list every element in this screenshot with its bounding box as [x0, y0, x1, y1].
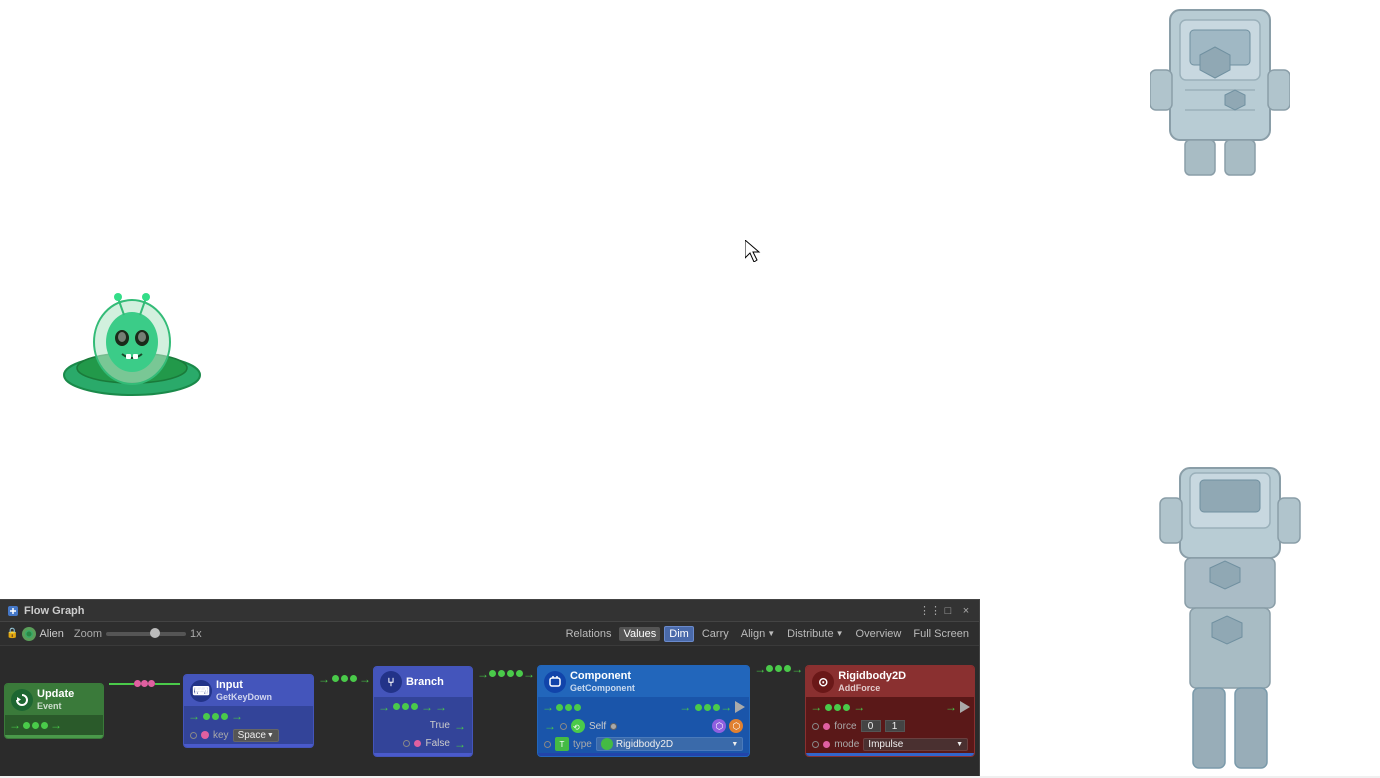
type-value: Rigidbody2D	[616, 739, 673, 750]
lock-icon: 🔒	[6, 628, 18, 639]
node-update[interactable]: Update Event → →	[4, 683, 104, 739]
component-title: Component	[570, 670, 635, 683]
zoom-section: Zoom 1x	[74, 628, 202, 640]
toolbar-align-btn[interactable]: Align ▼	[737, 627, 779, 641]
alien-label: Alien	[39, 628, 63, 640]
update-title: Update	[37, 688, 74, 701]
self-label: Self	[589, 721, 606, 732]
update-subtitle: Event	[37, 701, 74, 711]
force-y-input[interactable]	[885, 720, 905, 732]
zoom-value: 1x	[190, 628, 202, 640]
flow-graph-panel: Flow Graph ⋮⋮ □ × 🔒 Alien Zoom 1x	[0, 599, 980, 776]
zoom-thumb	[150, 628, 160, 638]
key-value: Space	[238, 730, 266, 741]
flow-graph-icon	[6, 604, 20, 618]
type-dropdown[interactable]: Rigidbody2D ▼	[596, 737, 743, 751]
toolbar-dim-btn[interactable]: Dim	[664, 626, 694, 642]
flow-graph-nodes: Update Event → →	[0, 646, 979, 776]
panel-close-btn[interactable]: ×	[959, 604, 973, 618]
alien-character	[60, 270, 205, 410]
force-x-input[interactable]	[861, 720, 881, 732]
panel-toolbar: 🔒 Alien Zoom 1x Relations Values Dim Car…	[0, 622, 979, 646]
rigidbody-subtitle: AddForce	[838, 683, 906, 693]
toolbar-overview-btn[interactable]: Overview	[852, 627, 906, 641]
toolbar-relations-btn[interactable]: Relations	[562, 627, 616, 641]
robot-sprite-bottom	[1155, 458, 1305, 778]
panel-maximize-btn[interactable]: □	[941, 604, 955, 618]
mode-value: Impulse	[868, 739, 903, 750]
false-label: False	[425, 738, 449, 749]
zoom-slider[interactable]	[106, 632, 186, 636]
node-rigidbody[interactable]: ⊙ Rigidbody2D AddForce → → →	[805, 665, 975, 757]
component-subtitle: GetComponent	[570, 683, 635, 693]
alien-dot-icon	[22, 627, 36, 641]
node-branch[interactable]: ⑂ Branch → → → T	[373, 666, 473, 757]
mode-dropdown[interactable]: Impulse ▼	[863, 738, 968, 751]
key-dropdown[interactable]: Space ▼	[233, 729, 279, 742]
true-label: True	[430, 720, 450, 731]
toolbar-values-btn[interactable]: Values	[619, 627, 660, 641]
input-subtitle: GetKeyDown	[216, 692, 272, 702]
branch-title: Branch	[406, 676, 444, 688]
type-label: type	[573, 739, 592, 750]
robot-sprite-top	[1150, 0, 1290, 180]
panel-controls: ⋮⋮ □ ×	[923, 604, 973, 618]
panel-title: Flow Graph	[24, 605, 923, 617]
mode-label: mode	[834, 739, 859, 750]
input-title: Input	[216, 679, 272, 692]
alien-badge: Alien	[22, 627, 63, 641]
key-label: key	[213, 730, 229, 741]
toolbar-distribute-btn[interactable]: Distribute ▼	[783, 627, 847, 641]
panel-titlebar: Flow Graph ⋮⋮ □ ×	[0, 600, 979, 622]
toolbar-fullscreen-btn[interactable]: Full Screen	[909, 627, 973, 641]
zoom-label: Zoom	[74, 628, 102, 640]
panel-menu-btn[interactable]: ⋮⋮	[923, 604, 937, 618]
svg-text:⟲: ⟲	[573, 723, 580, 731]
rigidbody-title: Rigidbody2D	[838, 670, 906, 683]
node-input[interactable]: ⌨ Input GetKeyDown → →	[183, 674, 314, 748]
toolbar-carry-btn[interactable]: Carry	[698, 627, 733, 641]
node-component[interactable]: Component GetComponent → →	[537, 665, 750, 757]
force-label: force	[834, 721, 856, 732]
